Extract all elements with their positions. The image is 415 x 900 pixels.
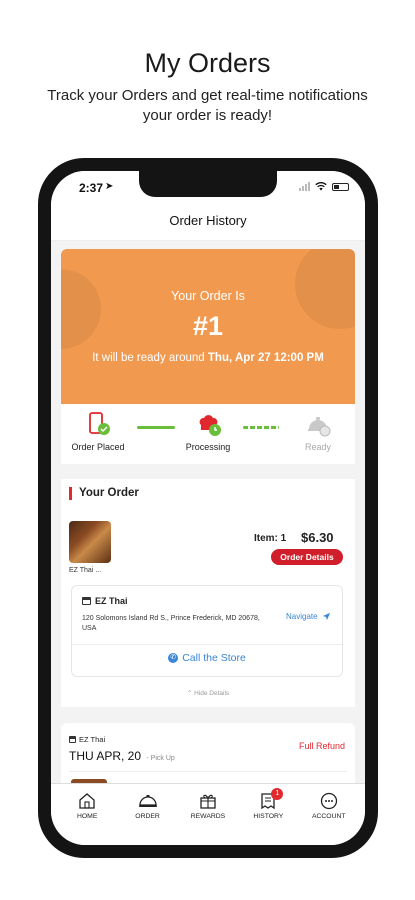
phone-notch [139,171,277,197]
ready-prefix: It will be ready around [92,352,205,364]
step-label: Processing [185,442,231,452]
call-store-button[interactable]: ✆ Call the Store [72,652,342,664]
history-store-row: EZ Thai [69,735,105,744]
tab-label: REWARDS [190,813,226,820]
order-price: $6.30 [301,530,334,545]
progress-step-order-placed: Order Placed [63,412,133,452]
bottom-tab-bar: HOME ORDER REWARDS 1 HISTORY ACCOUNT [51,783,365,845]
ready-time: Thu, Apr 27 12:00 PM [207,352,324,364]
section-title: Your Order [69,487,139,500]
home-icon [79,793,95,809]
progress-step-processing: Processing [173,412,243,452]
hide-details-label: Hide Details [194,690,230,697]
order-mode: - Pick Up [146,755,175,762]
tab-label: HOME [76,813,98,820]
tab-label: HISTORY [253,813,284,820]
store-icon [82,597,91,605]
status-time: 2:37 [79,181,104,195]
chevron-up-icon: ⌃ [186,690,193,697]
store-icon [69,736,76,743]
tab-label: ACCOUNT [311,813,346,820]
store-address: 120 Solomons Island Rd S., Prince Freder… [82,615,260,632]
order-number: #1 [192,311,224,341]
divider [69,771,347,772]
tab-history[interactable]: 1 HISTORY [239,788,297,845]
history-badge: 1 [271,788,284,800]
item-count: Item: 1 [254,533,287,544]
hide-details-toggle[interactable]: ⌃ Hide Details [61,689,355,697]
wifi-icon [315,182,327,191]
history-date-row: THU APR, 20 - Pick Up [69,749,175,763]
store-name: EZ Thai [95,596,128,606]
navigation-arrow-icon [322,612,330,621]
phone-icon: ✆ [168,653,179,663]
tab-label: ORDER [135,813,160,820]
gift-icon [200,794,216,809]
tab-account[interactable]: ACCOUNT [300,792,358,845]
promo-subtitle: Track your Orders and get real-time noti… [47,87,368,124]
step-label: Ready [304,442,331,452]
cellular-signal-icon [299,182,310,191]
order-progress: Order Placed Processing Ready [61,404,355,464]
progress-line-pending [243,426,279,429]
call-store-label: Call the Store [182,652,246,664]
current-order-banner: Your Order Is #1 It will be ready around… [61,249,355,404]
tab-rewards[interactable]: REWARDS [179,792,237,845]
ready-time-text: It will be ready around Thu, Apr 27 12:0… [61,352,355,364]
account-icon [320,792,337,810]
navigate-label: Navigate [286,612,318,621]
chef-hat-icon [199,415,221,436]
promo-title: My Orders [144,48,271,78]
location-arrow-icon: ➤ [105,181,114,192]
order-label: Your Order Is [171,289,245,303]
phone-frame: 2:37 ➤ Order History Your Order Is #1 It… [38,158,378,858]
progress-step-ready: Ready [283,412,353,452]
page-title: Order History [51,201,365,241]
battery-icon [332,182,349,191]
order-item-name: EZ Thai ... [69,567,102,574]
progress-line [137,426,175,429]
order-details-button[interactable]: Order Details [271,549,343,565]
navigate-button[interactable]: Navigate [286,612,331,621]
store-name-row: EZ Thai [82,596,128,606]
divider [72,644,342,645]
app-screen: 2:37 ➤ Order History Your Order Is #1 It… [51,171,365,845]
history-store-name: EZ Thai [79,735,106,744]
phone-check-icon [89,412,110,435]
order-date: THU APR, 20 [69,749,142,763]
order-item-image[interactable] [69,521,111,563]
step-label: Order Placed [71,442,125,452]
your-order-section: Your Order EZ Thai ... Item: 1 $6.30 Ord… [61,479,355,707]
cloche-icon [308,417,331,437]
tab-order[interactable]: ORDER [119,792,177,845]
cloche-icon [138,795,157,807]
tab-home[interactable]: HOME [58,792,116,845]
store-card: EZ Thai 120 Solomons Island Rd S., Princ… [71,585,343,677]
order-status: Full Refund [298,741,345,751]
